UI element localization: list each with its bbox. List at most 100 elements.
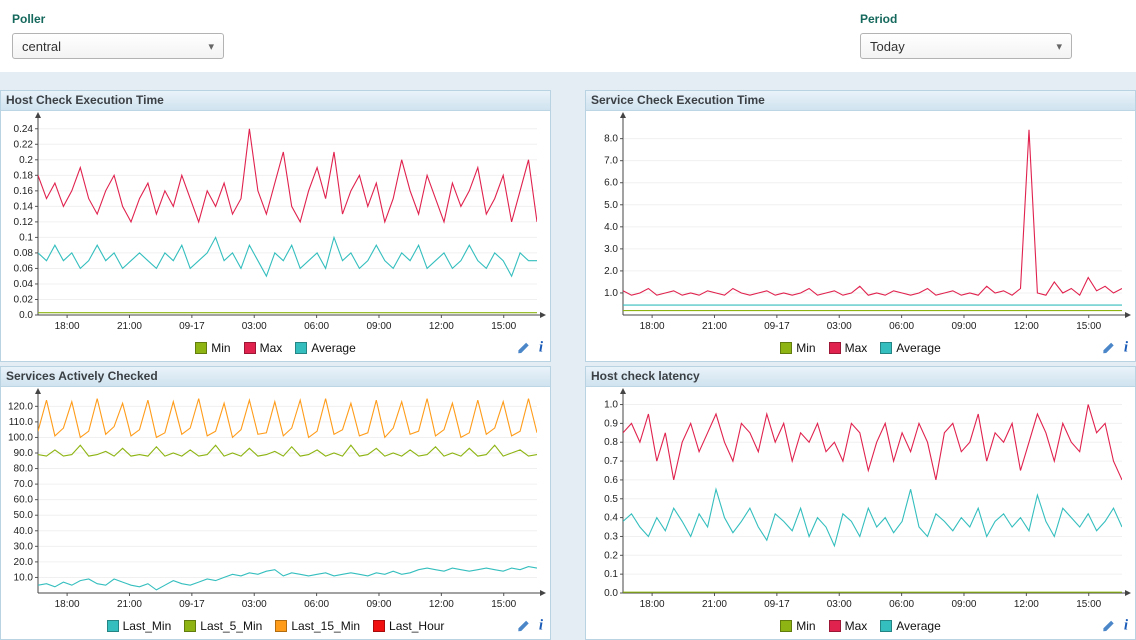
legend-swatch xyxy=(195,342,207,354)
legend-swatch xyxy=(829,620,841,632)
svg-text:0.06: 0.06 xyxy=(14,263,34,274)
legend-swatch xyxy=(880,342,892,354)
legend-item-min: Min xyxy=(195,341,230,355)
chart-legend-row: Min Max Average i xyxy=(586,613,1135,639)
legend-swatch xyxy=(880,620,892,632)
legend-swatch xyxy=(244,342,256,354)
svg-text:2.0: 2.0 xyxy=(604,266,618,277)
legend-item-min: Min xyxy=(780,619,815,633)
svg-text:5.0: 5.0 xyxy=(604,200,618,211)
svg-text:09:00: 09:00 xyxy=(366,599,391,610)
edit-pencil-icon[interactable] xyxy=(517,620,530,633)
info-icon[interactable]: i xyxy=(1124,342,1128,355)
svg-text:18:00: 18:00 xyxy=(640,321,665,332)
legend-item-max: Max xyxy=(829,341,868,355)
svg-text:09:00: 09:00 xyxy=(951,599,976,610)
legend-item-max: Max xyxy=(829,619,868,633)
info-icon[interactable]: i xyxy=(1124,620,1128,633)
svg-text:0.18: 0.18 xyxy=(14,170,34,181)
legend-item-average: Average xyxy=(880,341,940,355)
svg-text:21:00: 21:00 xyxy=(117,321,142,332)
svg-text:60.0: 60.0 xyxy=(14,495,34,506)
info-icon[interactable]: i xyxy=(539,342,543,355)
panel-title: Host check latency xyxy=(586,367,1135,387)
chart-legend-row: Min Max Average i xyxy=(586,335,1135,361)
svg-text:120.0: 120.0 xyxy=(8,401,33,412)
filter-bar: Poller central ▾ Period Today ▾ xyxy=(0,0,1136,72)
svg-text:21:00: 21:00 xyxy=(702,321,727,332)
legend-item-average: Average xyxy=(880,619,940,633)
poller-filter: Poller central ▾ xyxy=(12,12,224,59)
chart-legend: Last_MinLast_5_MinLast_15_MinLast_Hour xyxy=(107,619,445,633)
chart-host-check-latency[interactable]: 0.00.10.20.30.40.50.60.70.80.91.018:0021… xyxy=(586,387,1135,613)
edit-pencil-icon[interactable] xyxy=(517,342,530,355)
svg-text:100.0: 100.0 xyxy=(8,432,33,443)
edit-pencil-icon[interactable] xyxy=(1102,620,1115,633)
svg-text:03:00: 03:00 xyxy=(827,599,852,610)
svg-text:0.7: 0.7 xyxy=(604,456,618,467)
chart-service-check-execution-time[interactable]: 1.02.03.04.05.06.07.08.018:0021:0009-170… xyxy=(586,111,1135,335)
legend-label: Min xyxy=(796,341,815,355)
svg-text:0.04: 0.04 xyxy=(14,279,34,290)
svg-text:09-17: 09-17 xyxy=(179,321,205,332)
svg-text:4.0: 4.0 xyxy=(604,222,618,233)
legend-swatch xyxy=(373,620,385,632)
svg-text:8.0: 8.0 xyxy=(604,134,618,145)
svg-text:0.1: 0.1 xyxy=(19,232,33,243)
info-icon[interactable]: i xyxy=(539,620,543,633)
chevron-down-icon: ▾ xyxy=(208,40,214,53)
legend-swatch xyxy=(295,342,307,354)
svg-text:0.0: 0.0 xyxy=(19,310,33,321)
chart-legend: Min Max Average xyxy=(780,619,941,633)
svg-text:0.2: 0.2 xyxy=(19,155,33,166)
legend-label: Last_15_Min xyxy=(291,619,360,633)
svg-text:09:00: 09:00 xyxy=(366,321,391,332)
legend-label: Average xyxy=(311,341,355,355)
svg-text:0.0: 0.0 xyxy=(604,588,618,599)
period-select[interactable]: Today ▾ xyxy=(860,33,1072,59)
legend-label: Min xyxy=(211,341,230,355)
svg-text:06:00: 06:00 xyxy=(304,321,329,332)
chevron-down-icon: ▾ xyxy=(1056,40,1062,53)
svg-text:80.0: 80.0 xyxy=(14,464,34,475)
svg-text:03:00: 03:00 xyxy=(242,321,267,332)
svg-text:0.5: 0.5 xyxy=(604,494,618,505)
svg-text:3.0: 3.0 xyxy=(604,244,618,255)
period-label: Period xyxy=(860,12,1072,26)
svg-text:0.14: 0.14 xyxy=(14,201,34,212)
legend-item-min: Min xyxy=(780,341,815,355)
legend-label: Max xyxy=(845,341,868,355)
period-selected-value: Today xyxy=(870,39,905,54)
poller-select[interactable]: central ▾ xyxy=(12,33,224,59)
svg-text:0.2: 0.2 xyxy=(604,550,618,561)
svg-text:0.02: 0.02 xyxy=(14,294,34,305)
chart-host-check-execution-time[interactable]: 0.00.020.040.060.080.10.120.140.160.180.… xyxy=(1,111,550,335)
svg-text:0.24: 0.24 xyxy=(14,124,34,135)
panel-service-check-execution-time: Service Check Execution Time 1.02.03.04.… xyxy=(585,90,1136,362)
svg-text:0.8: 0.8 xyxy=(604,437,618,448)
legend-label: Min xyxy=(796,619,815,633)
legend-item-average: Average xyxy=(295,341,355,355)
svg-text:03:00: 03:00 xyxy=(242,599,267,610)
svg-text:0.9: 0.9 xyxy=(604,418,618,429)
svg-text:03:00: 03:00 xyxy=(827,321,852,332)
svg-text:12:00: 12:00 xyxy=(1014,599,1039,610)
legend-swatch xyxy=(275,620,287,632)
svg-text:09-17: 09-17 xyxy=(764,599,790,610)
legend-label: Last_Hour xyxy=(389,619,444,633)
svg-text:7.0: 7.0 xyxy=(604,156,618,167)
legend-label: Average xyxy=(896,619,940,633)
svg-text:12:00: 12:00 xyxy=(429,321,454,332)
edit-pencil-icon[interactable] xyxy=(1102,342,1115,355)
panel-host-check-execution-time: Host Check Execution Time 0.00.020.040.0… xyxy=(0,90,551,362)
chart-services-actively-checked[interactable]: 10.020.030.040.050.060.070.080.090.0100.… xyxy=(1,387,550,613)
svg-text:6.0: 6.0 xyxy=(604,178,618,189)
svg-text:18:00: 18:00 xyxy=(55,599,80,610)
legend-item-last_5_min: Last_5_Min xyxy=(184,619,262,633)
svg-text:15:00: 15:00 xyxy=(1076,599,1101,610)
svg-text:12:00: 12:00 xyxy=(1014,321,1039,332)
svg-text:110.0: 110.0 xyxy=(9,417,34,428)
chart-legend-row: MinMaxAverage i xyxy=(1,335,550,361)
dashboard-grid: Host Check Execution Time 0.00.020.040.0… xyxy=(0,72,1136,640)
svg-text:70.0: 70.0 xyxy=(14,479,34,490)
